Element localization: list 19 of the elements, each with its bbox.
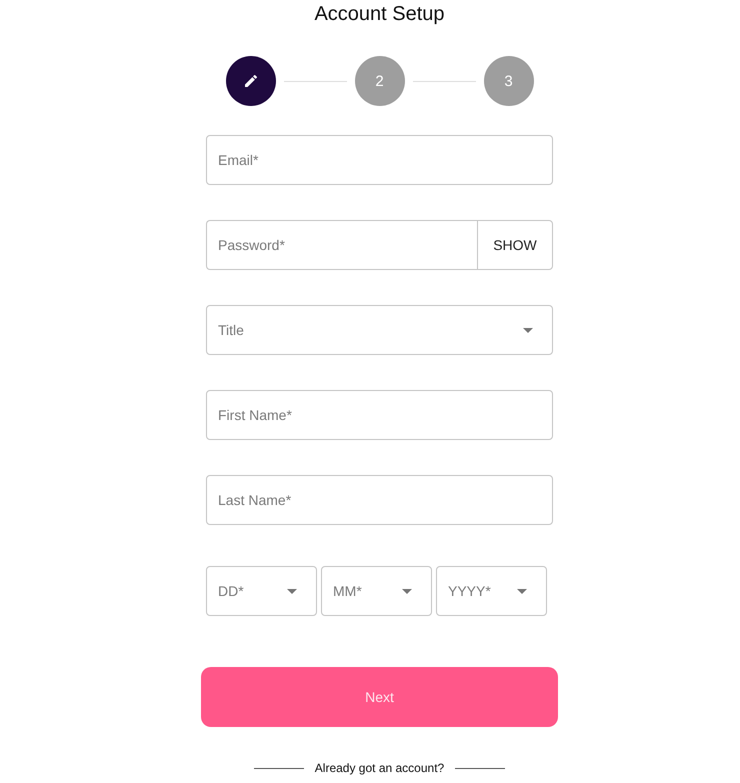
step-circle: 2 — [354, 56, 404, 106]
show-password-button[interactable]: SHOW — [477, 220, 553, 270]
select-field[interactable]: YYYY* — [436, 566, 547, 616]
input-field[interactable]: Last Name* — [206, 475, 553, 525]
select-field[interactable]: MM* — [321, 566, 432, 616]
password-field[interactable]: Password* — [206, 220, 477, 270]
caret-icon — [402, 588, 412, 594]
pencil-icon — [244, 75, 256, 87]
input-field[interactable]: First Name* — [206, 390, 553, 440]
caret-icon — [287, 588, 297, 594]
input-field[interactable]: Email* — [206, 135, 553, 185]
caret-icon — [523, 328, 533, 332]
select-field[interactable]: Title — [206, 305, 553, 355]
caret-icon — [517, 588, 527, 594]
page-title: Account Setup — [314, 2, 445, 27]
login-prompt: Already got an account? — [314, 760, 444, 776]
step-circle: 3 — [484, 56, 534, 106]
next-button[interactable]: Next — [201, 667, 558, 727]
select-field[interactable]: DD* — [206, 566, 317, 616]
